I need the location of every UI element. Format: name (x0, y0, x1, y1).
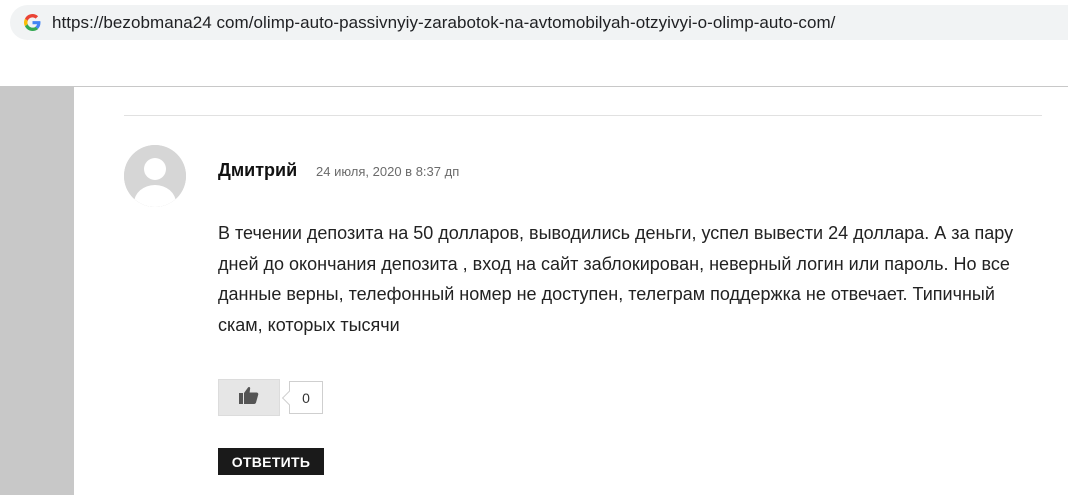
thumbs-up-icon (239, 386, 259, 409)
content-separator (124, 115, 1042, 116)
comment-author[interactable]: Дмитрий (218, 160, 297, 181)
comment-body: В течении депозита на 50 долларов, вывод… (218, 223, 1014, 335)
comment-date[interactable]: 24 июля, 2020 в 8:37 дп (316, 164, 459, 179)
page: https://bezobmana24 com/olimp-auto-passi… (0, 0, 1068, 495)
url-text[interactable]: https://bezobmana24 com/olimp-auto-passi… (52, 13, 835, 33)
like-button[interactable] (218, 379, 280, 416)
address-bar[interactable]: https://bezobmana24 com/olimp-auto-passi… (10, 5, 1068, 40)
like-count: 0 (289, 381, 323, 414)
default-user-avatar-icon (124, 145, 186, 207)
google-g-icon (24, 14, 41, 31)
left-gray-column (0, 87, 74, 495)
reply-button[interactable]: ОТВЕТИТЬ (218, 448, 324, 475)
browser-divider (0, 86, 1068, 87)
